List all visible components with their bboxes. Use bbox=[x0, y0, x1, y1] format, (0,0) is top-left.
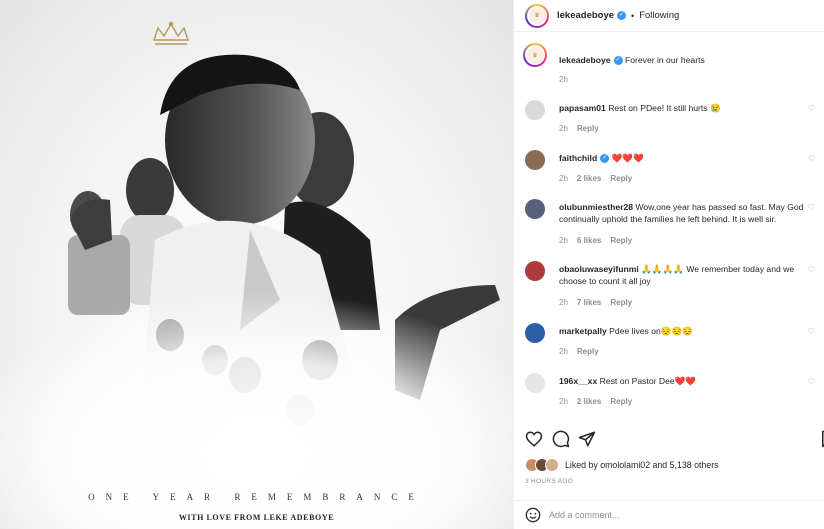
comment-time[interactable]: 2h bbox=[559, 174, 568, 183]
post-actions bbox=[514, 425, 824, 453]
share-icon[interactable] bbox=[578, 430, 596, 448]
commenter-avatar[interactable] bbox=[525, 100, 545, 120]
comment-username[interactable]: papasam01 bbox=[559, 103, 606, 113]
bookmark-icon[interactable] bbox=[819, 430, 824, 448]
comment-icon[interactable] bbox=[552, 430, 570, 448]
liker-avatar bbox=[545, 458, 559, 472]
caption-text: Forever in our hearts bbox=[624, 55, 705, 65]
reply-button[interactable]: Reply bbox=[610, 397, 632, 406]
comment-username[interactable]: faithchild bbox=[559, 153, 597, 163]
reply-button[interactable]: Reply bbox=[610, 174, 632, 183]
commenter-avatar[interactable] bbox=[525, 199, 545, 219]
comment-likes[interactable]: 7 likes bbox=[577, 298, 601, 307]
following-button[interactable]: Following bbox=[639, 10, 679, 21]
heart-icon[interactable] bbox=[525, 430, 543, 448]
comment-username[interactable]: obaoluwaseyifunmi bbox=[559, 264, 639, 274]
comment-time[interactable]: 2h bbox=[559, 124, 568, 133]
reply-button[interactable]: Reply bbox=[577, 124, 599, 133]
comment-likes[interactable]: 2 likes bbox=[577, 397, 601, 406]
verified-icon: ✓ bbox=[600, 154, 610, 164]
add-comment-bar: Add a comment... bbox=[514, 500, 824, 529]
verified-icon: ✓ bbox=[613, 56, 623, 66]
memorial-photo bbox=[0, 21, 513, 529]
add-comment-input[interactable]: Add a comment... bbox=[549, 510, 620, 520]
comments-list: ♛ lekeadeboye ✓ Forever in our hearts 2h … bbox=[514, 33, 824, 421]
comment-time[interactable]: 2h bbox=[559, 347, 568, 356]
comment-username[interactable]: marketpally bbox=[559, 326, 607, 336]
commenter-avatar[interactable] bbox=[525, 150, 545, 170]
like-comment-icon[interactable]: ♡ bbox=[808, 377, 815, 386]
verified-icon: ✓ bbox=[617, 11, 627, 20]
comment-username[interactable]: olubunmiesther28 bbox=[559, 202, 633, 212]
reply-button[interactable]: Reply bbox=[577, 347, 599, 356]
comment-text: Rest on PDee! It still hurts 😢 bbox=[608, 103, 721, 113]
caption-avatar[interactable]: ♛ bbox=[523, 43, 547, 67]
likers-avatars bbox=[525, 458, 561, 472]
comment-likes[interactable]: 2 likes bbox=[577, 174, 601, 183]
post-caption: ♛ lekeadeboye ✓ Forever in our hearts 2h bbox=[523, 43, 815, 85]
caption-time[interactable]: 2h bbox=[559, 75, 568, 84]
caption-username[interactable]: lekeadeboye bbox=[559, 55, 611, 65]
commenter-avatar[interactable] bbox=[525, 323, 545, 343]
like-comment-icon[interactable]: ♡ bbox=[808, 104, 815, 113]
comment-text: ❤️❤️❤️ bbox=[611, 153, 644, 163]
comment-username[interactable]: 196x__xx bbox=[559, 376, 597, 386]
like-comment-icon[interactable]: ♡ bbox=[808, 154, 815, 163]
comment-text: Rest on Pastor Dee❤️❤️ bbox=[599, 376, 697, 386]
crown-icon bbox=[153, 21, 189, 45]
post-timestamp: 3 HOURS AGO bbox=[525, 478, 574, 485]
likes-summary[interactable]: Liked by omololami02 and 5,138 others bbox=[525, 458, 719, 472]
like-comment-icon[interactable]: ♡ bbox=[808, 203, 815, 212]
avatar-logo-icon: ♛ bbox=[526, 46, 544, 64]
reply-button[interactable]: Reply bbox=[610, 236, 632, 245]
emoji-icon[interactable] bbox=[525, 507, 541, 523]
image-title: ONE YEAR REMEMBRANCE bbox=[88, 492, 425, 502]
like-comment-icon[interactable]: ♡ bbox=[808, 327, 815, 336]
like-comment-icon[interactable]: ♡ bbox=[808, 265, 815, 274]
comment-time[interactable]: 2h bbox=[559, 236, 568, 245]
post-sidebar: ♛ lekeadeboye ✓ • Following ♛ lekeadeboy… bbox=[513, 0, 824, 529]
header-separator: • bbox=[631, 10, 635, 21]
reply-button[interactable]: Reply bbox=[610, 298, 632, 307]
post-header: ♛ lekeadeboye ✓ • Following bbox=[514, 0, 824, 32]
post-image[interactable]: ONE YEAR REMEMBRANCE WITH LOVE FROM LEKE… bbox=[0, 0, 513, 529]
avatar-logo-icon: ♛ bbox=[528, 7, 546, 24]
likes-text: Liked by omololami02 and 5,138 others bbox=[565, 460, 719, 470]
commenter-avatar[interactable] bbox=[525, 373, 545, 393]
author-avatar[interactable]: ♛ bbox=[525, 3, 549, 28]
author-username[interactable]: lekeadeboye bbox=[557, 10, 614, 21]
comment-text: Pdee lives on😔😔😔 bbox=[609, 326, 693, 336]
comment-time[interactable]: 2h bbox=[559, 397, 568, 406]
image-subtitle: WITH LOVE FROM LEKE ADEBOYE bbox=[178, 513, 335, 522]
comment-likes[interactable]: 6 likes bbox=[577, 236, 601, 245]
commenter-avatar[interactable] bbox=[525, 261, 545, 281]
comment-time[interactable]: 2h bbox=[559, 298, 568, 307]
